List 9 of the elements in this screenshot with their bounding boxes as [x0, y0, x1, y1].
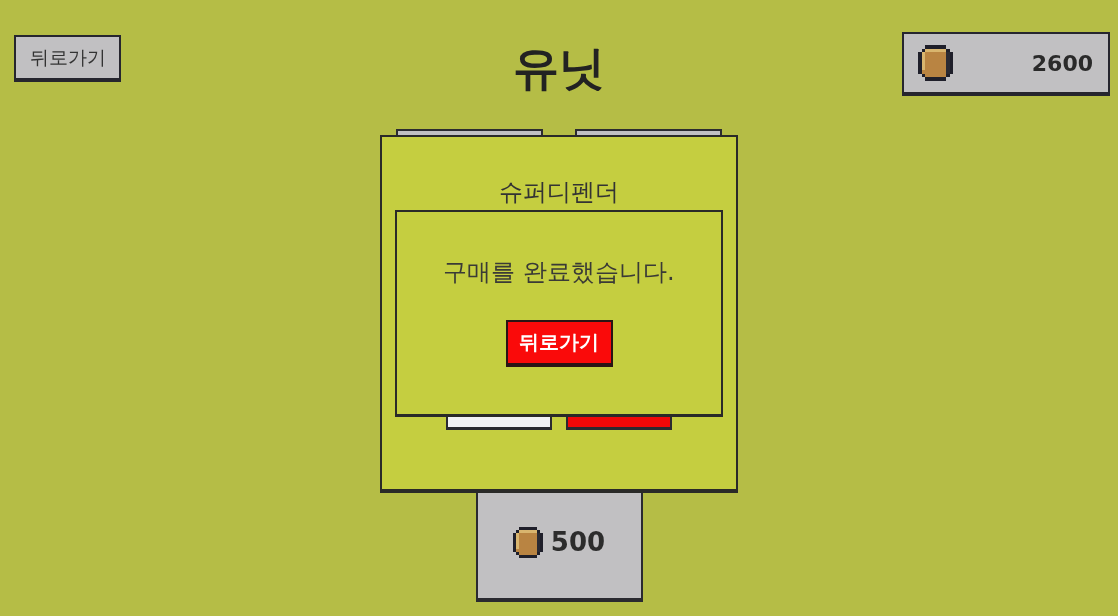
coin-amount: 2600: [1031, 50, 1093, 76]
coin-icon: [918, 45, 953, 81]
unit-name: 슈퍼디펜더: [499, 177, 619, 207]
back-button[interactable]: 뒤로가기: [505, 320, 613, 367]
page-title: 유닛: [513, 40, 605, 97]
back-button[interactable]: 뒤로가기: [14, 35, 121, 82]
dialog-message: 구매를 완료했습니다.: [443, 257, 675, 288]
coin-icon: [512, 526, 543, 558]
buy-button[interactable]: 500: [475, 492, 643, 602]
